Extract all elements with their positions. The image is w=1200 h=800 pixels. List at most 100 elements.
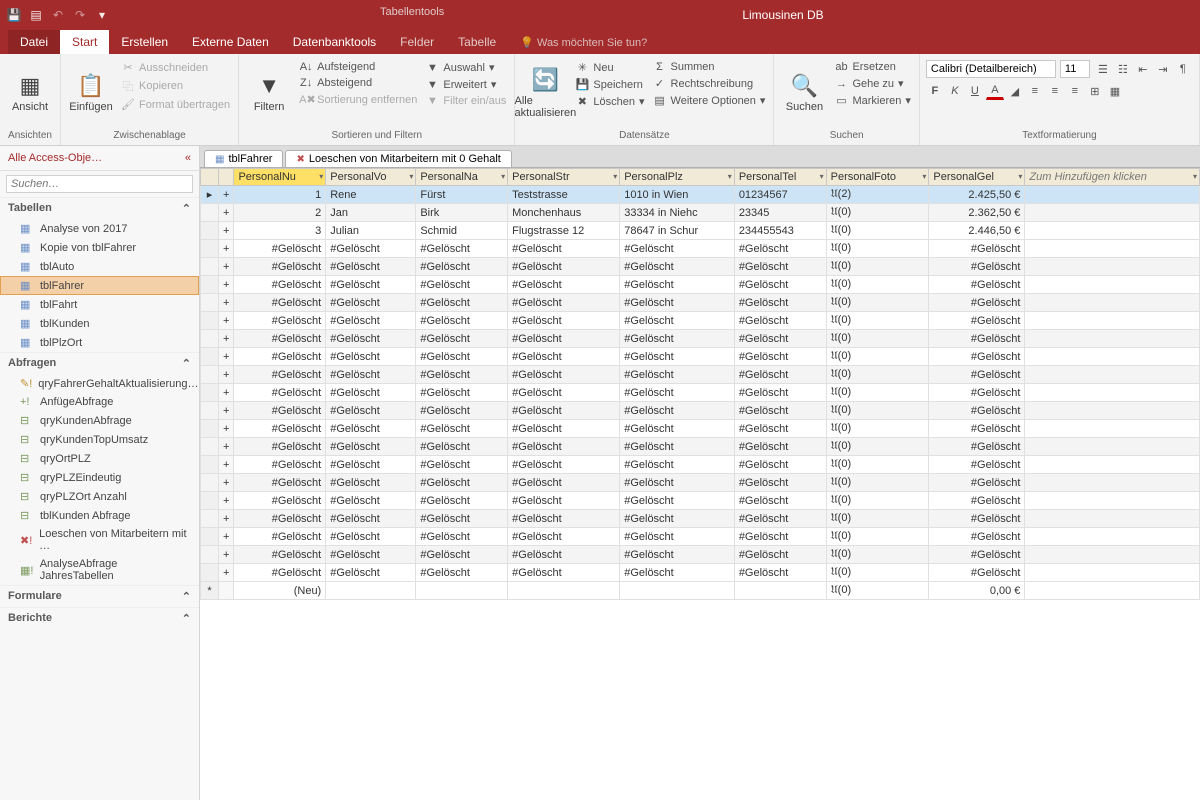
sort-clear-button[interactable]: A✖Sortierung entfernen <box>297 92 419 107</box>
expand-icon[interactable]: + <box>219 222 234 240</box>
cell[interactable]: 𝔘(2) <box>826 186 929 204</box>
row-selector[interactable] <box>201 204 219 222</box>
column-dropdown-icon[interactable]: ▾ <box>820 172 824 181</box>
table-row[interactable]: +#Gelöscht#Gelöscht#Gelöscht#Gelöscht#Ge… <box>201 456 1200 474</box>
goto-button[interactable]: →Gehe zu ▾ <box>832 76 912 91</box>
table-row[interactable]: +#Gelöscht#Gelöscht#Gelöscht#Gelöscht#Ge… <box>201 402 1200 420</box>
altrow-icon[interactable]: ▦ <box>1106 82 1124 100</box>
paste-button[interactable]: 📋Einfügen <box>67 60 115 126</box>
cell[interactable]: 78647 in Schur <box>620 222 735 240</box>
table-row[interactable]: +#Gelöscht#Gelöscht#Gelöscht#Gelöscht#Ge… <box>201 528 1200 546</box>
table-row[interactable]: ▸+1ReneFürstTeststrasse1010 in Wien01234… <box>201 186 1200 204</box>
advanced-filter-button[interactable]: ▼Erweitert ▾ <box>423 77 508 92</box>
cell[interactable]: 2.446,50 € <box>929 222 1025 240</box>
row-selector[interactable] <box>201 330 219 348</box>
italic-button[interactable]: K <box>946 82 964 100</box>
column-dropdown-icon[interactable]: ▾ <box>728 172 732 181</box>
nav-item[interactable]: ▦!AnalyseAbfrage JahresTabellen <box>0 555 199 585</box>
table-row[interactable]: +#Gelöscht#Gelöscht#Gelöscht#Gelöscht#Ge… <box>201 330 1200 348</box>
table-row[interactable]: +#Gelöscht#Gelöscht#Gelöscht#Gelöscht#Ge… <box>201 348 1200 366</box>
select-button[interactable]: ▭Markieren ▾ <box>832 93 912 108</box>
expand-icon[interactable]: + <box>219 420 234 438</box>
new-row[interactable]: * (Neu) 𝔘(0)0,00 € <box>201 582 1200 600</box>
selection-filter-button[interactable]: ▼Auswahl ▾ <box>423 60 508 75</box>
column-dropdown-icon[interactable]: ▾ <box>613 172 617 181</box>
new-record-button[interactable]: ✳Neu <box>573 60 646 75</box>
cell[interactable]: 3 <box>234 222 326 240</box>
save-icon[interactable]: 💾 <box>6 7 22 23</box>
column-dropdown-icon[interactable]: ▾ <box>409 172 413 181</box>
expand-icon[interactable]: + <box>219 204 234 222</box>
row-selector[interactable] <box>201 402 219 420</box>
find-button[interactable]: 🔍Suchen <box>780 60 828 126</box>
column-header[interactable]: PersonalGel▾ <box>929 169 1025 186</box>
tab-felder[interactable]: Felder <box>388 30 446 54</box>
ltr-icon[interactable]: ¶ <box>1174 60 1192 78</box>
tab-tabelle[interactable]: Tabelle <box>446 30 508 54</box>
nav-search-input[interactable] <box>6 175 193 193</box>
tab-erstellen[interactable]: Erstellen <box>109 30 180 54</box>
row-selector[interactable] <box>201 222 219 240</box>
column-header[interactable]: PersonalNa▾ <box>416 169 508 186</box>
cell[interactable]: Monchenhaus <box>508 204 620 222</box>
nav-group-berichte[interactable]: Berichte⌃ <box>0 607 199 629</box>
sort-asc-button[interactable]: A↓Aufsteigend <box>297 60 419 74</box>
underline-button[interactable]: U <box>966 82 984 100</box>
bullets-icon[interactable]: ☰ <box>1094 60 1112 78</box>
expand-icon[interactable]: + <box>219 294 234 312</box>
align-center-icon[interactable]: ≡ <box>1046 82 1064 100</box>
nav-collapse-icon[interactable]: « <box>185 152 191 164</box>
nav-item[interactable]: +!AnfügeAbfrage <box>0 393 199 411</box>
cell[interactable]: Birk <box>416 204 508 222</box>
more-options-button[interactable]: ▤Weitere Optionen ▾ <box>651 93 768 108</box>
row-selector[interactable] <box>201 420 219 438</box>
cell[interactable]: Rene <box>326 186 416 204</box>
row-selector[interactable]: ▸ <box>201 186 219 204</box>
cell[interactable]: (Neu) <box>234 582 326 600</box>
cell[interactable]: 𝔘(0) <box>826 582 929 600</box>
cell[interactable]: Flugstrasse 12 <box>508 222 620 240</box>
expand-icon[interactable]: + <box>219 438 234 456</box>
cell[interactable]: 33334 in Niehc <box>620 204 735 222</box>
column-dropdown-icon[interactable]: ▾ <box>501 172 505 181</box>
expand-icon[interactable]: + <box>219 564 234 582</box>
table-row[interactable]: +#Gelöscht#Gelöscht#Gelöscht#Gelöscht#Ge… <box>201 546 1200 564</box>
db-icon[interactable]: ▤ <box>28 7 44 23</box>
expand-icon[interactable]: + <box>219 510 234 528</box>
cell[interactable]: Teststrasse <box>508 186 620 204</box>
datasheet[interactable]: PersonalNu▾PersonalVo▾PersonalNa▾Persona… <box>200 168 1200 800</box>
nav-item[interactable]: ⊟qryOrtPLZ <box>0 449 199 468</box>
row-selector[interactable] <box>201 438 219 456</box>
table-row[interactable]: +#Gelöscht#Gelöscht#Gelöscht#Gelöscht#Ge… <box>201 420 1200 438</box>
row-selector[interactable] <box>201 366 219 384</box>
font-family-select[interactable]: Calibri (Detailbereich) <box>926 60 1056 78</box>
nav-item[interactable]: ▦tblAuto <box>0 257 199 276</box>
tab-externe-daten[interactable]: Externe Daten <box>180 30 281 54</box>
table-row[interactable]: +#Gelöscht#Gelöscht#Gelöscht#Gelöscht#Ge… <box>201 240 1200 258</box>
column-header[interactable]: PersonalStr▾ <box>508 169 620 186</box>
font-color-button[interactable]: A <box>986 82 1004 100</box>
cell[interactable]: 0,00 € <box>929 582 1025 600</box>
cut-button[interactable]: ✂Ausschneiden <box>119 60 232 75</box>
nav-item[interactable]: ⊟qryKundenTopUmsatz <box>0 430 199 449</box>
table-row[interactable]: +3JulianSchmidFlugstrasse 1278647 in Sch… <box>201 222 1200 240</box>
expand-icon[interactable]: + <box>219 240 234 258</box>
table-row[interactable]: +#Gelöscht#Gelöscht#Gelöscht#Gelöscht#Ge… <box>201 366 1200 384</box>
nav-item[interactable]: ▦tblFahrt <box>0 295 199 314</box>
table-row[interactable]: +#Gelöscht#Gelöscht#Gelöscht#Gelöscht#Ge… <box>201 258 1200 276</box>
bold-button[interactable]: F <box>926 82 944 100</box>
row-selector[interactable] <box>201 564 219 582</box>
expand-icon[interactable]: + <box>219 528 234 546</box>
tab-datenbanktools[interactable]: Datenbanktools <box>281 30 388 54</box>
row-selector[interactable] <box>201 510 219 528</box>
cell[interactable]: 1010 in Wien <box>620 186 735 204</box>
row-selector[interactable] <box>201 474 219 492</box>
table-row[interactable]: +#Gelöscht#Gelöscht#Gelöscht#Gelöscht#Ge… <box>201 474 1200 492</box>
row-selector[interactable]: * <box>201 582 219 600</box>
row-selector[interactable] <box>201 294 219 312</box>
totals-button[interactable]: ΣSummen <box>651 60 768 74</box>
cell[interactable]: Schmid <box>416 222 508 240</box>
column-dropdown-icon[interactable]: ▾ <box>319 172 323 181</box>
indent-right-icon[interactable]: ⇥ <box>1154 60 1172 78</box>
add-column[interactable]: Zum Hinzufügen klicken▾ <box>1025 169 1200 186</box>
